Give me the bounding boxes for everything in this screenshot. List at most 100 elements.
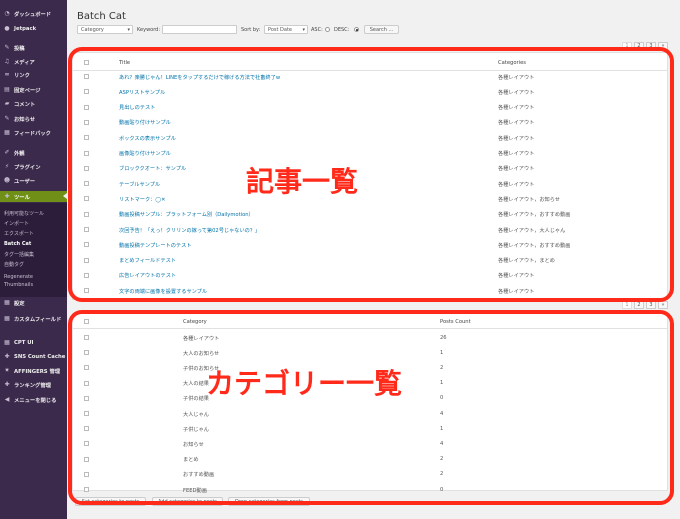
page-link[interactable]: »	[658, 42, 668, 50]
post-title-link[interactable]: 画像貼り付けサンプル	[119, 150, 171, 157]
sidebar-item-15[interactable]: ▦ カスタムフィールド	[0, 313, 67, 324]
submenu-item[interactable]: エクスポート	[4, 230, 34, 237]
category-select[interactable]: Category ▾	[77, 25, 133, 34]
row-checkbox[interactable]	[84, 165, 89, 171]
sidebar-item-1[interactable]: ◔ ダッシュボード	[0, 8, 67, 19]
row-checkbox[interactable]	[84, 335, 89, 340]
sidebar-item-10[interactable]: ✐ 外観	[0, 147, 67, 158]
row-checkbox[interactable]	[84, 135, 89, 141]
row-checkbox[interactable]	[84, 181, 89, 187]
row-checkbox[interactable]	[84, 150, 89, 156]
row-checkbox[interactable]	[84, 227, 89, 232]
row-checkbox[interactable]	[84, 272, 89, 278]
sidebar-item-13[interactable]: ✚ ツール	[0, 191, 67, 202]
submenu-item[interactable]: タグ一括編集	[4, 251, 34, 258]
post-title-link[interactable]: 広告レイアウトのテスト	[119, 272, 176, 279]
submenu-item[interactable]: Regenerate	[4, 274, 33, 280]
sidebar-item-label: リンク	[14, 72, 30, 79]
sidebar-item-3[interactable]: ✎ 投稿	[0, 42, 67, 53]
row-checkbox[interactable]	[84, 411, 89, 416]
sidebar-item-label: フィードバック	[14, 130, 51, 137]
post-categories: 各種レイアウト	[498, 120, 535, 127]
post-title-link[interactable]: 次回予告！「えっ！クリリンの嫁って第02号じゃないの？」	[119, 227, 260, 234]
submenu-item[interactable]: Batch Cat	[4, 241, 31, 247]
select-all-checkbox[interactable]	[84, 319, 89, 324]
sidebar-item-9[interactable]: ▦ フィードバック	[0, 127, 67, 138]
page-link[interactable]: »	[658, 301, 668, 309]
row-checkbox[interactable]	[84, 257, 89, 263]
column-header-category[interactable]: Category	[183, 319, 207, 325]
row-checkbox[interactable]	[84, 89, 89, 95]
row-checkbox[interactable]	[84, 74, 89, 79]
select-all-checkbox[interactable]	[84, 60, 89, 65]
sidebar-item-19[interactable]: ✚ ランキング管理	[0, 379, 67, 390]
row-checkbox[interactable]	[84, 211, 89, 217]
page-link[interactable]: 3	[646, 301, 656, 309]
sidebar-item-17[interactable]: ✚ SNS Count Cache	[0, 351, 67, 362]
sidebar-item-label: ダッシュボード	[14, 11, 52, 18]
category-posts-count: 0	[440, 395, 444, 402]
sidebar-item-12[interactable]: ☻ ユーザー	[0, 175, 67, 186]
submenu-item[interactable]: インポート	[4, 220, 29, 227]
column-header-title[interactable]: Title	[119, 60, 130, 66]
page-link[interactable]: 2	[634, 301, 644, 309]
post-categories: 各種レイアウト	[498, 151, 535, 157]
sidebar-item-5[interactable]: ∞ リンク	[0, 69, 67, 80]
post-title-link[interactable]: 動画投稿テンプレートのテスト	[119, 242, 191, 249]
column-header-categories[interactable]: Categories	[498, 60, 526, 66]
bulk-button-2[interactable]: Add categories to posts	[152, 497, 223, 506]
sidebar-item-16[interactable]: ▦ CPT UI	[0, 337, 67, 348]
post-title-link[interactable]: あれ？楽勝じゃん！LINEをタップするだけで稼げる方法で社畜終了w	[119, 74, 280, 81]
post-title-link[interactable]: リストマーク：◯✕	[119, 196, 165, 203]
sidebar-item-2[interactable]: ● Jetpack	[0, 23, 67, 34]
row-checkbox[interactable]	[84, 471, 89, 477]
post-title-link[interactable]: 動画貼り付けサンプル	[119, 119, 171, 126]
sidebar-item-14[interactable]: ▦ 設定	[0, 297, 67, 308]
sidebar-item-6[interactable]: ▤ 固定ページ	[0, 84, 67, 95]
asc-radio[interactable]	[325, 27, 330, 32]
post-title-link[interactable]: 文字の両端に画像を設置するサンプル	[119, 288, 207, 295]
sidebar-item-8[interactable]: ✎ お知らせ	[0, 113, 67, 124]
row-checkbox[interactable]	[84, 288, 89, 294]
post-categories: 各種レイアウト	[498, 181, 535, 188]
sidebar-item-20[interactable]: ◀ メニューを閉じる	[0, 394, 67, 405]
bulk-button-3[interactable]: Drop categories from posts	[228, 497, 310, 506]
page-link[interactable]: 3	[646, 42, 656, 50]
row-checkbox[interactable]	[84, 441, 89, 447]
sidebar-item-11[interactable]: ⚡ プラグイン	[0, 161, 67, 172]
sidebar-item-4[interactable]: ♫ メディア	[0, 56, 67, 67]
bulk-button-1[interactable]: Set categories to posts	[75, 497, 146, 506]
search-button[interactable]: Search ...	[364, 25, 399, 34]
post-title-link[interactable]: 動画投稿サンプル：プラットフォーム別（Dailymotion）	[119, 211, 254, 218]
pin-icon: ✎	[4, 115, 10, 122]
post-title-link[interactable]: テーブルサンプル	[119, 181, 160, 188]
row-checkbox[interactable]	[84, 242, 89, 248]
sidebar-item-18[interactable]: ✷ AFFINGERS 管理	[0, 365, 67, 376]
sidebar-item-7[interactable]: ▰ コメント	[0, 98, 67, 109]
row-checkbox[interactable]	[84, 380, 89, 386]
post-title-link[interactable]: ボックスの表示サンプル	[119, 135, 176, 142]
row-checkbox[interactable]	[84, 395, 89, 401]
post-title-link[interactable]: ASPリストサンプル	[119, 89, 165, 96]
sort-select[interactable]: Post Date ▾	[264, 25, 308, 34]
post-categories: 各種レイアウト，大人じゃん	[498, 227, 566, 234]
row-checkbox[interactable]	[84, 426, 89, 432]
row-checkbox[interactable]	[84, 196, 89, 202]
row-checkbox[interactable]	[84, 487, 89, 492]
row-checkbox[interactable]	[84, 365, 89, 371]
keyword-input[interactable]	[162, 25, 237, 34]
page-link[interactable]: 2	[634, 42, 644, 50]
post-title-link[interactable]: ブロッククオート：サンプル	[119, 165, 186, 172]
row-checkbox[interactable]	[84, 456, 89, 462]
column-header-posts-count[interactable]: Posts Count	[440, 319, 471, 325]
row-checkbox[interactable]	[84, 119, 89, 125]
desc-radio[interactable]	[354, 27, 359, 32]
post-title-link[interactable]: まとめフィールドテスト	[119, 257, 176, 264]
row-checkbox[interactable]	[84, 350, 89, 356]
submenu-item[interactable]: 利用可能なツール	[4, 210, 44, 217]
row-checkbox[interactable]	[84, 104, 89, 110]
category-posts-count: 2	[440, 471, 444, 478]
sidebar-item-label: プラグイン	[14, 164, 41, 171]
post-title-link[interactable]: 見出しのテスト	[119, 104, 155, 111]
submenu-item[interactable]: 自動タグ	[4, 261, 24, 268]
